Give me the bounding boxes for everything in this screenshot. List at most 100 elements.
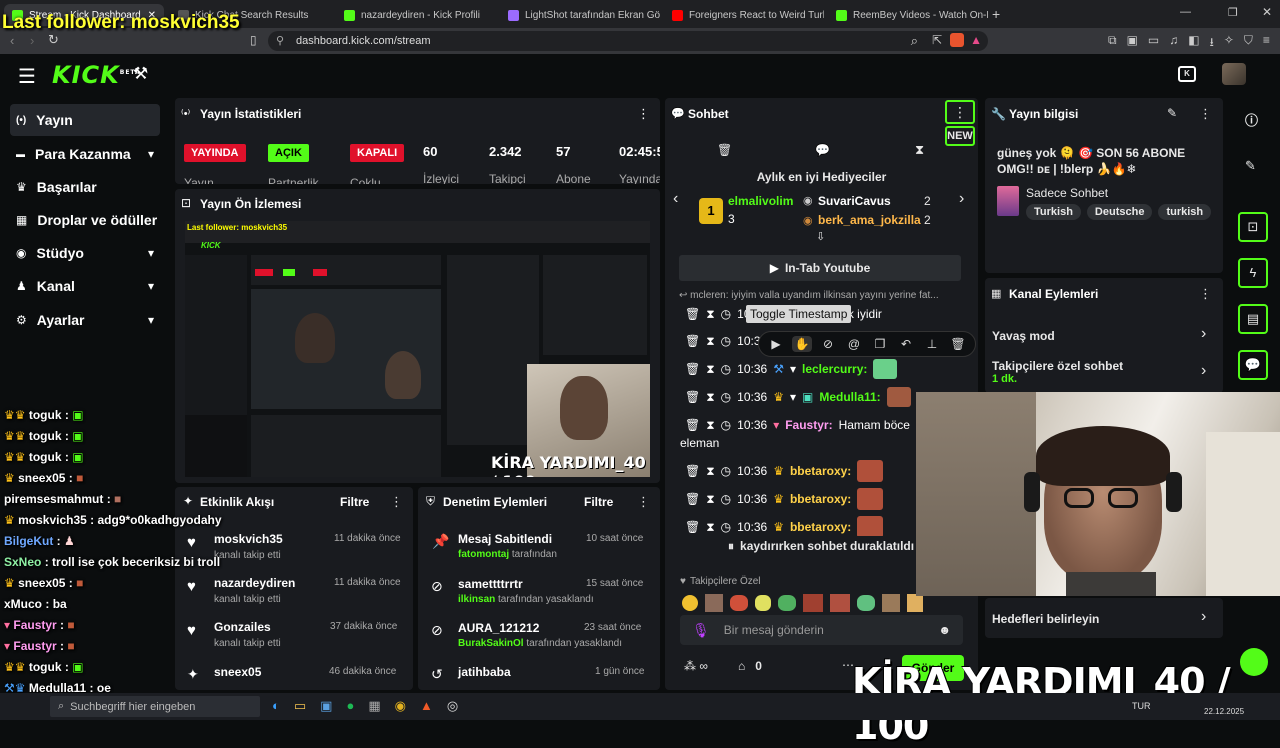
emoji-picker-icon[interactable]: ☻ <box>938 623 951 637</box>
edge-icon[interactable]: ◐ <box>272 698 280 714</box>
delete-msg-icon[interactable]: 🗑 <box>685 492 700 506</box>
mention-icon[interactable]: @ <box>844 336 864 352</box>
emote-icon[interactable] <box>907 594 923 612</box>
delete-msg-icon[interactable]: 🗑 <box>685 418 700 432</box>
in-tab-youtube-button[interactable]: ▶ In-Tab Youtube <box>679 255 961 281</box>
tag-chip[interactable]: Deutsche <box>1086 204 1153 220</box>
calculator-icon[interactable]: ▦ <box>368 698 380 714</box>
moderation-item-user[interactable]: BurakSakinOl <box>458 638 524 649</box>
delete-msg-icon[interactable]: 🗑 <box>685 362 700 376</box>
chat-message[interactable]: 🗑 ⧗ ◷ 10:36 ⚒ ▾ leclercurry: <box>685 358 970 380</box>
delete-msg-icon[interactable]: 🗑 <box>685 390 700 404</box>
emote-icon[interactable] <box>857 595 875 611</box>
message-user[interactable]: Faustyr: <box>785 418 832 432</box>
message-user[interactable]: Medulla11: <box>819 390 880 404</box>
delete-icon[interactable]: 🗑 <box>717 143 732 157</box>
hide-icon[interactable]: ⊘ <box>818 336 838 352</box>
emote-icon[interactable] <box>803 594 823 612</box>
brave-shield-icon[interactable] <box>950 33 964 47</box>
moderation-more-icon[interactable]: ⋮ <box>637 494 650 510</box>
infinity-icon[interactable]: ⁂ ∞ <box>684 659 708 673</box>
sidebar-item-basarilar[interactable]: ♛ Başarılar <box>10 171 160 203</box>
emote-icon[interactable] <box>778 595 796 611</box>
kick-logo[interactable]: KICKBETA <box>52 61 141 89</box>
zoom-icon[interactable]: ⌕ <box>911 33 918 49</box>
sidebar-item-droplar[interactable]: ▦ Droplar ve ödüller <box>10 204 160 236</box>
channel-points[interactable]: ⌂ 0 <box>738 659 762 673</box>
message-user[interactable]: bbetaroxy: <box>790 492 851 506</box>
chevron-right-icon[interactable]: › <box>1201 608 1206 626</box>
delete-msg-icon[interactable]: 🗑 <box>685 307 700 321</box>
vpn-icon[interactable]: ⛉ <box>1244 33 1253 54</box>
timeout-icon[interactable]: ⧗ <box>706 307 714 322</box>
emote-icon[interactable] <box>755 595 771 611</box>
music-icon[interactable]: ♫ <box>1169 33 1178 54</box>
play-icon[interactable]: ▶ <box>766 336 786 352</box>
pencil-icon[interactable]: ✎ <box>1245 158 1256 174</box>
chat-message-input[interactable]: 🎙 Bir mesaj gönderin ☻ <box>680 615 963 645</box>
moderation-item-name[interactable]: AURA_121212 <box>458 621 539 635</box>
category-name[interactable]: Sadece Sohbet <box>1026 186 1108 200</box>
activity-filter-button[interactable]: Filtre <box>340 495 369 509</box>
gifters-next-icon[interactable]: › <box>959 190 964 208</box>
timeout-icon[interactable]: ⧗ <box>706 520 714 535</box>
emote-icon[interactable] <box>682 595 698 611</box>
user-avatar[interactable] <box>1222 63 1246 85</box>
gifter-name[interactable]: SuvariCavus <box>818 194 891 208</box>
hammer-icon[interactable]: ⚒ <box>133 64 148 84</box>
chevron-right-icon[interactable]: › <box>1201 362 1206 380</box>
spotify-icon[interactable]: ● <box>346 698 354 714</box>
hamburger-menu-icon[interactable]: ☰ <box>18 64 36 89</box>
tab-reembey[interactable]: ReemBey Videos - Watch On-Deman <box>828 4 988 26</box>
sidebar-item-studyo[interactable]: ◉ Stüdyo ▾ <box>10 237 160 269</box>
undo-icon[interactable]: ↶ <box>896 336 916 352</box>
followers-only-chat-toggle[interactable]: Takipçilere özel sohbet <box>992 359 1123 373</box>
close-window-icon[interactable]: ✕ <box>1262 5 1272 19</box>
explorer-icon[interactable]: ▭ <box>294 698 306 714</box>
pin-message-icon[interactable]: ⊥ <box>922 336 942 352</box>
site-info-icon[interactable]: ⚲ <box>276 34 284 47</box>
message-icon[interactable]: 💬 <box>815 143 830 157</box>
timeout-icon[interactable]: ⧗ <box>706 464 714 479</box>
moderation-item-name[interactable]: jatihbaba <box>458 665 511 679</box>
moderation-item-user[interactable]: fatomontaj <box>458 549 509 560</box>
reload-icon[interactable]: ↻ <box>48 32 59 48</box>
channel-actions-more-icon[interactable]: ⋮ <box>1199 286 1212 302</box>
gifter-name[interactable]: berk_ama_jokzilla <box>818 213 921 227</box>
downloads-icon[interactable]: ⭳ <box>1210 33 1214 54</box>
message-user[interactable]: leclercurry: <box>802 362 867 376</box>
stats-more-icon[interactable]: ⋮ <box>637 106 650 122</box>
info-icon[interactable]: ⓘ <box>1245 110 1258 129</box>
chevron-right-icon[interactable]: › <box>1201 325 1206 343</box>
chat-paused-banner[interactable]: ⏸ kaydırırken sohbet duraklatıldı <box>720 536 920 556</box>
sidebar-item-ayarlar[interactable]: ⚙ Ayarlar ▾ <box>10 304 160 336</box>
moderation-filter-button[interactable]: Filtre <box>584 495 613 509</box>
copy-icon[interactable]: ❐ <box>870 336 890 352</box>
message-user[interactable]: bbetaroxy: <box>790 464 851 478</box>
taskbar-search[interactable]: ⌕ Suchbegriff hier eingeben <box>50 696 260 717</box>
sidebar-item-para-kazanma[interactable]: ▬ Para Kazanma ▾ <box>10 138 160 170</box>
delete-msg-icon[interactable]: 🗑 <box>685 464 700 478</box>
hand-icon[interactable]: ✋ <box>792 336 812 352</box>
brave-icon[interactable]: ▲ <box>420 698 433 714</box>
new-badge[interactable]: NEW <box>945 126 975 146</box>
trash-icon[interactable]: 🗑 <box>948 336 968 352</box>
back-icon[interactable]: ‹ <box>10 33 14 48</box>
goals-row[interactable]: Hedefleri belirleyin › <box>985 598 1223 638</box>
gifter-name[interactable]: elmalivolim <box>728 194 793 208</box>
maximize-icon[interactable]: ❐ <box>1228 6 1238 19</box>
chat-more-icon[interactable]: ⋮ <box>945 100 975 124</box>
edit-icon[interactable]: ✎ <box>1167 106 1177 120</box>
timeout-icon[interactable]: ⧗ <box>706 362 714 377</box>
tab-youtube[interactable]: Foreigners React to Weird Turkish Sn <box>664 4 824 26</box>
delete-msg-icon[interactable]: 🗑 <box>685 334 700 348</box>
url-bar[interactable]: ⚲ dashboard.kick.com/stream ⌕ ⇱ ▲ <box>268 31 988 51</box>
activity-more-icon[interactable]: ⋮ <box>390 494 403 510</box>
obs-icon[interactable]: ◎ <box>447 698 458 714</box>
moderation-item-name[interactable]: samettttrrtr <box>458 577 523 591</box>
stream-preview-video[interactable]: Last follower: moskvich35 KICK KİRA YARD… <box>185 221 650 477</box>
language-indicator[interactable]: TUR <box>1132 701 1151 711</box>
tag-chip[interactable]: turkish <box>1158 204 1212 220</box>
timeout-icon[interactable]: ⧗ <box>706 334 714 349</box>
chrome-icon[interactable]: ◉ <box>395 698 406 714</box>
